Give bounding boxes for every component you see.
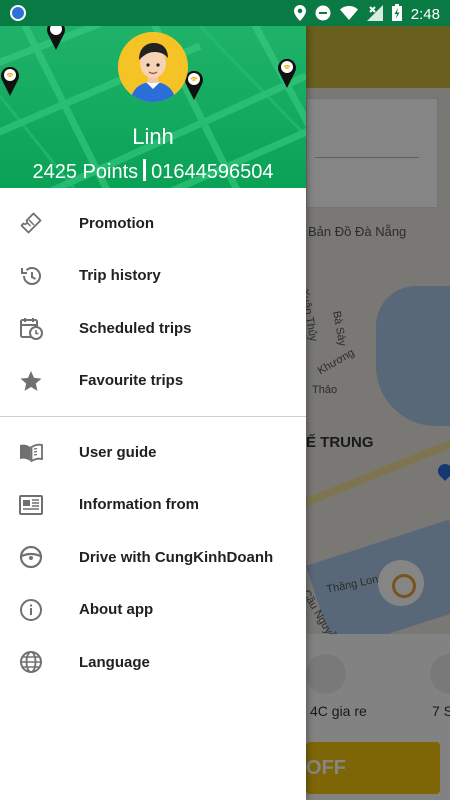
history-icon xyxy=(19,264,43,288)
user-points-phone: 2425 Points 01644596504 xyxy=(0,159,306,184)
menu-item-trip-history[interactable]: Trip history xyxy=(0,250,306,303)
menu-item-label: Promotion xyxy=(79,214,154,232)
user-points: 2425 Points xyxy=(32,161,139,183)
wifi-icon xyxy=(339,5,358,23)
menu-divider xyxy=(0,416,306,417)
menu-item-label: Scheduled trips xyxy=(79,319,192,337)
status-bar: 2:48 xyxy=(0,0,450,26)
steering-wheel-icon xyxy=(19,545,43,569)
menu-group-trips: Promotion Trip history Scheduled trips F… xyxy=(0,188,306,407)
wifi-pin-icon xyxy=(47,26,65,50)
location-icon xyxy=(293,4,306,24)
menu-item-label: About app xyxy=(79,601,154,619)
globe-icon xyxy=(19,650,43,674)
menu-item-information-from[interactable]: Information from xyxy=(0,479,306,532)
menu-item-label: Information from xyxy=(79,496,199,514)
user-phone: 01644596504 xyxy=(151,161,274,183)
wifi-pin-icon xyxy=(1,66,20,96)
calendar-clock-icon xyxy=(19,316,43,341)
drawer-scrim[interactable] xyxy=(306,26,450,800)
book-icon xyxy=(19,440,43,464)
menu-item-favourite-trips[interactable]: Favourite trips xyxy=(0,355,306,408)
wifi-pin-icon xyxy=(278,58,296,88)
menu-item-language[interactable]: Language xyxy=(0,636,306,689)
star-icon xyxy=(19,369,43,393)
menu-item-promotion[interactable]: Promotion xyxy=(0,197,306,250)
separator xyxy=(143,159,147,181)
avatar[interactable] xyxy=(118,32,188,102)
menu-item-label: Drive with CungKinhDoanh xyxy=(79,548,274,566)
menu-item-user-guide[interactable]: User guide xyxy=(0,426,306,479)
menu-group-info: User guide Information from Drive with C… xyxy=(0,426,306,689)
ticket-icon xyxy=(19,211,43,235)
menu-item-label: Trip history xyxy=(79,267,161,285)
app-notification-icon xyxy=(10,5,26,21)
navigation-drawer: Linh 2425 Points 01644596504 Promotion Tr… xyxy=(0,26,306,800)
menu-item-label: User guide xyxy=(79,443,157,461)
clock: 2:48 xyxy=(410,5,440,23)
info-icon xyxy=(19,598,43,622)
menu-item-label: Language xyxy=(79,653,150,671)
menu-item-drive-with[interactable]: Drive with CungKinhDoanh xyxy=(0,531,306,584)
drawer-header: Linh 2425 Points 01644596504 xyxy=(0,26,306,188)
menu-item-scheduled-trips[interactable]: Scheduled trips xyxy=(0,302,306,355)
menu-item-label: Favourite trips xyxy=(79,372,184,390)
battery-charging-icon xyxy=(391,4,402,24)
do-not-disturb-icon xyxy=(315,5,331,24)
menu-item-about-app[interactable]: About app xyxy=(0,584,306,637)
no-signal-icon xyxy=(366,4,383,24)
newspaper-icon xyxy=(19,493,43,517)
status-icons: 2:48 xyxy=(293,4,440,24)
user-name: Linh xyxy=(132,124,174,149)
